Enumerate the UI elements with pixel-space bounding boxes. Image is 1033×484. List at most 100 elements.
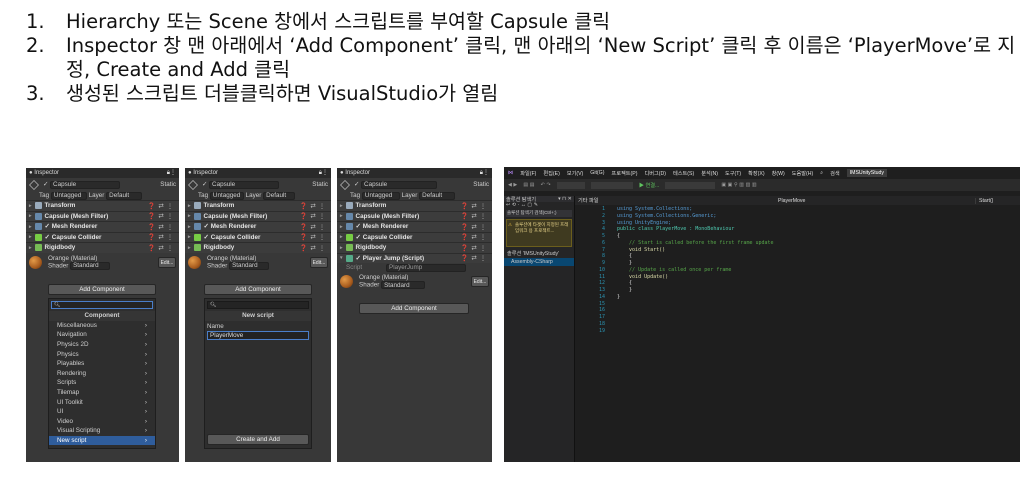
add-component-button[interactable]: Add Component (204, 283, 312, 295)
menu-item[interactable]: 보기(V) (567, 170, 583, 177)
category-item[interactable]: Scripts › (49, 378, 155, 388)
component-capsule-collider[interactable]: ▸ ✓ Capsule Collider ❓⇄⋮ (185, 231, 331, 242)
shader-dropdown[interactable]: Standard (70, 261, 111, 270)
material-row: Orange (Material) Shader Standard Edit... (185, 253, 331, 272)
project-nav-dropdown[interactable]: 기타 파일 (575, 197, 775, 204)
menu-item[interactable]: 디버그(D) (644, 170, 666, 177)
class-nav-dropdown[interactable]: PlayerMove (775, 198, 975, 204)
layer-dropdown[interactable]: Default (106, 191, 143, 200)
menu-item[interactable]: Git(G) (590, 170, 604, 176)
search-icon[interactable]: ⌕ (820, 170, 823, 177)
edit-shader-button[interactable]: Edit... (310, 256, 328, 268)
solution-toolbar[interactable]: ↩ ⟲ · ↔ ▢ ✎ (504, 202, 574, 210)
menu-item[interactable]: 확장(X) (748, 170, 764, 177)
menu-item[interactable]: 프로젝트(P) (611, 170, 637, 177)
lock-icon[interactable]: 🔒︎⋮ (480, 169, 489, 177)
tag-dropdown[interactable]: Untagged (50, 191, 87, 200)
tool-bar: ◀ ▶ ▤ ▤ ↶ ↷ ▶ 연결... ▣ ▣ ⚲ ▥ ▥ ▥ (504, 179, 1020, 191)
component-rigidbody[interactable]: ▸ Rigidbody ❓⇄⋮ (26, 242, 179, 253)
category-item[interactable]: UI › (49, 407, 155, 417)
object-name-field[interactable]: Capsule (50, 180, 121, 189)
component-mesh-renderer[interactable]: ▸ ✓ Mesh Renderer ❓⇄⋮ (26, 221, 179, 232)
platform-dropdown[interactable] (590, 181, 633, 189)
search-box[interactable]: 검색 (830, 170, 840, 177)
component-capsule-collider[interactable]: ▸ ✓ Capsule Collider ❓⇄⋮ (337, 231, 492, 242)
component-player-jump[interactable]: ▾ ✓ Player Jump (Script) ❓⇄⋮ (337, 252, 492, 263)
step-3: 3. 생성된 스크립트 더블클릭하면 VisualStudio가 열림 (26, 82, 499, 105)
new-script-item[interactable]: New script › (49, 435, 155, 446)
inspector-panel-player-jump: ● Inspector 🔒︎⋮ ✓ Capsule Static Tag Untag… (337, 168, 492, 462)
component-transform[interactable]: ▸ Transform ❓⇄⋮ (26, 200, 179, 211)
layer-dropdown[interactable]: Default (419, 191, 456, 200)
object-name-field[interactable]: Capsule (361, 180, 438, 189)
component-rigidbody[interactable]: ▸ Rigidbody ❓⇄⋮ (185, 242, 331, 253)
solution-node[interactable]: 솔루션 'IMSUnityStudy' (504, 249, 574, 258)
menu-item[interactable]: 창(W) (772, 170, 785, 177)
category-item[interactable]: Rendering › (49, 368, 155, 378)
save-icon[interactable]: ▤ ▤ (523, 182, 534, 188)
method-nav-dropdown[interactable]: Start() (975, 197, 1020, 204)
lock-icon[interactable]: 🔒︎⋮ (319, 169, 328, 177)
menu-item[interactable]: 도구(T) (725, 170, 741, 177)
mesh-renderer-icon (34, 223, 42, 231)
script-name-input[interactable]: PlayerMove (207, 330, 309, 340)
inspector-tab[interactable]: ● Inspector 🔒︎⋮ (185, 168, 331, 178)
menu-item[interactable]: 테스트(S) (673, 170, 694, 177)
category-item[interactable]: UI Toolkit › (49, 397, 155, 407)
component-mesh-renderer[interactable]: ▸ ✓ Mesh Renderer ❓⇄⋮ (185, 221, 331, 232)
object-name-field[interactable]: Capsule (209, 180, 280, 189)
edit-shader-button[interactable]: Edit... (158, 256, 176, 268)
inspector-tab[interactable]: ● Inspector 🔒︎⋮ (337, 168, 492, 178)
component-mesh-filter[interactable]: ▸ Capsule (Mesh Filter) ❓⇄⋮ (26, 210, 179, 221)
component-search-input[interactable]: 🔍︎ (51, 300, 153, 309)
new-script-dropdown: 🔍︎ New script Name PlayerMove Create and… (204, 297, 312, 449)
toolbar-icons[interactable]: ▣ ▣ ⚲ ▥ ▥ ▥ (721, 182, 757, 188)
shader-dropdown[interactable]: Standard (229, 261, 270, 270)
category-item[interactable]: Physics › (49, 349, 155, 359)
undo-icon[interactable]: ↶ ↷ (541, 182, 551, 188)
category-item[interactable]: Physics 2D › (49, 340, 155, 350)
component-transform[interactable]: ▸ Transform ❓⇄⋮ (337, 200, 492, 211)
tag-dropdown[interactable]: Untagged (361, 191, 400, 200)
menu-item[interactable]: 편집(E) (543, 170, 559, 177)
category-item[interactable]: Visual Scripting › (49, 426, 155, 436)
component-mesh-filter[interactable]: ▸ Capsule (Mesh Filter) ❓⇄⋮ (185, 210, 331, 221)
layer-dropdown[interactable]: Default (263, 191, 296, 200)
project-node[interactable]: Assembly-CSharp (504, 258, 574, 266)
component-mesh-filter[interactable]: ▸ Capsule (Mesh Filter) ❓⇄⋮ (337, 210, 492, 221)
solution-search-input[interactable]: 솔루션 탐색기 검색(Ctrl+;) (506, 210, 572, 217)
category-item[interactable]: Miscellaneous › (49, 321, 155, 331)
category-item[interactable]: Navigation › (49, 330, 155, 340)
component-mesh-renderer[interactable]: ▸ ✓ Mesh Renderer ❓⇄⋮ (337, 221, 492, 232)
menu-item[interactable]: 파일(F) (520, 170, 536, 177)
inspector-tab[interactable]: ● Inspector 🔒︎⋮ (26, 168, 179, 178)
component-transform[interactable]: ▸ Transform ❓⇄⋮ (185, 200, 331, 211)
add-component-button[interactable]: Add Component (359, 303, 469, 314)
menu-item[interactable]: 분석(N) (701, 170, 718, 177)
component-rigidbody[interactable]: ▸ Rigidbody ❓⇄⋮ (337, 242, 492, 253)
category-item[interactable]: Video › (49, 416, 155, 426)
active-toggle[interactable]: ✓ (43, 181, 50, 188)
inspector-panel-add-component: ● Inspector 🔒︎⋮ ✓ Capsule Static Tag Untag… (26, 168, 179, 462)
static-toggle[interactable]: Static (160, 181, 176, 188)
component-capsule-collider[interactable]: ▸ ✓ Capsule Collider ❓⇄⋮ (26, 231, 179, 242)
shader-dropdown[interactable]: Standard (381, 281, 426, 289)
create-and-add-button[interactable]: Create and Add (207, 433, 309, 445)
tag-dropdown[interactable]: Untagged (209, 191, 244, 200)
code-editor[interactable]: 1 2 3 4 5 6 7 8 9 10 11 12 13 14 15 16 17 18 19 using Syst… (575, 205, 1020, 462)
category-item[interactable]: Playables › (49, 359, 155, 369)
add-component-button[interactable]: Add Component (48, 283, 156, 295)
material-sphere-icon (29, 255, 42, 269)
script-field[interactable]: PlayerJump (386, 263, 466, 272)
category-item[interactable]: Tilemap › (49, 388, 155, 398)
edit-shader-button[interactable]: Edit... (471, 276, 489, 287)
component-search-input[interactable]: 🔍︎ (207, 300, 309, 309)
config-dropdown[interactable] (556, 181, 585, 189)
attach-button[interactable]: ▶ 연결... (639, 182, 660, 189)
lock-icon[interactable]: 🔒︎⋮ (167, 169, 176, 177)
back-icon[interactable]: ◀ ▶ (508, 182, 517, 188)
component-menu-icon[interactable]: ❓⇄⋮ (148, 202, 176, 210)
target-dropdown[interactable] (665, 181, 716, 189)
vs-logo-icon: ⋈ (508, 170, 514, 176)
menu-item[interactable]: 도움말(H) (792, 170, 814, 177)
